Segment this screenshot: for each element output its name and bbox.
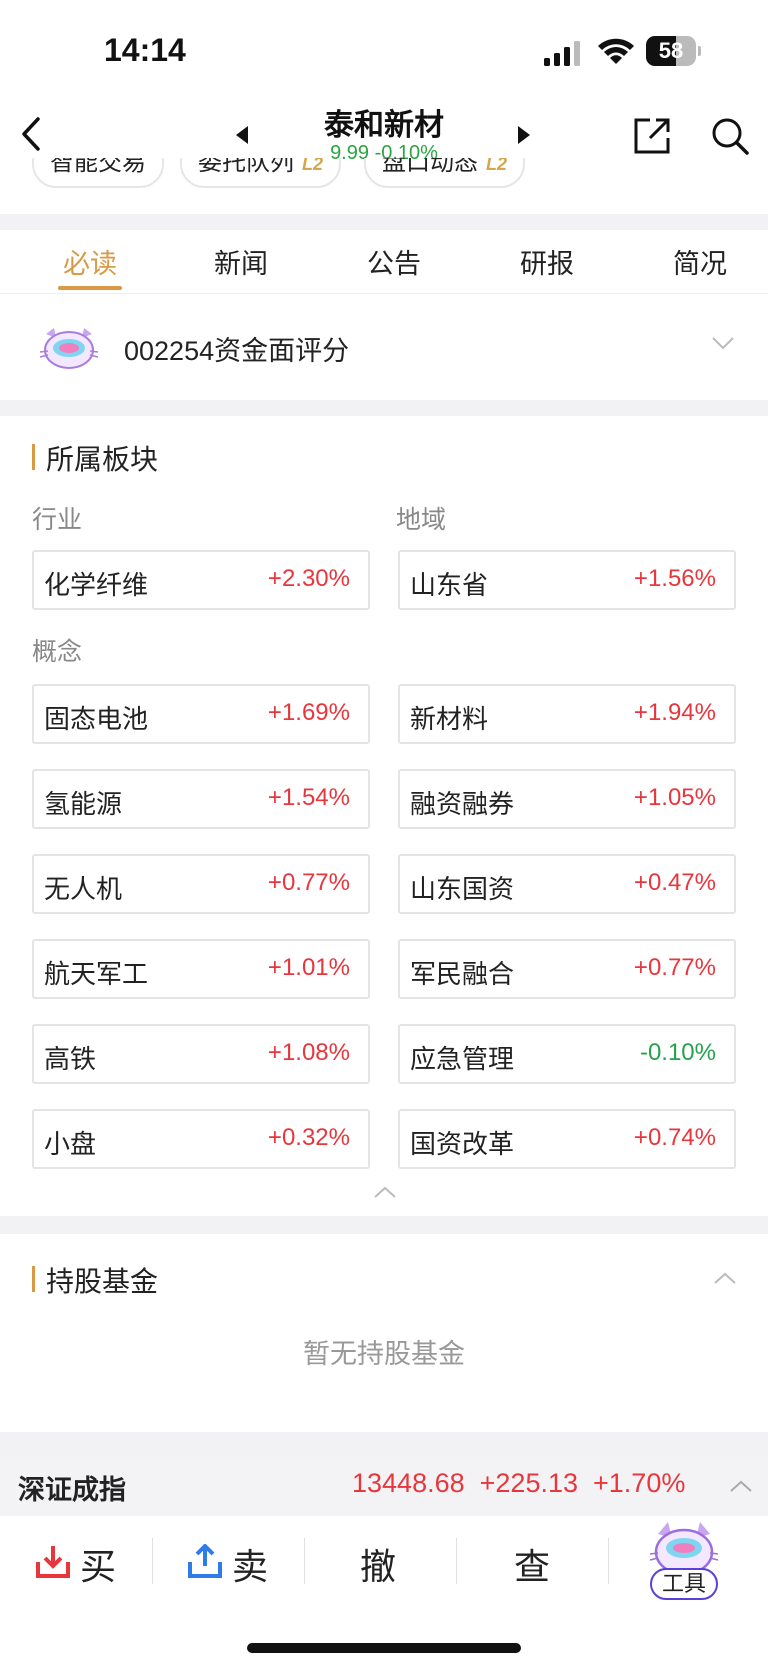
sector-cell-region[interactable]: 山东省 +1.56% [398, 550, 736, 610]
sector-change: +1.56% [633, 565, 716, 592]
content-tabs: 必读 新闻 公告 研报 简况 [0, 230, 768, 294]
funds-empty-text: 暂无持股基金 [303, 1339, 465, 1369]
separator [608, 1538, 609, 1584]
divider [0, 1216, 768, 1234]
tools-label: 工具 [650, 1568, 718, 1600]
active-tab-indicator [58, 286, 122, 290]
sector-cell[interactable]: 高铁 +1.08% [32, 1024, 370, 1084]
buy-button[interactable]: 买 [34, 1538, 144, 1587]
sector-cell[interactable]: 新材料 +1.94% [398, 684, 736, 744]
chevron-up-icon[interactable] [730, 1480, 752, 1492]
region-label: 地域 [396, 506, 447, 534]
tools-button[interactable]: 工具 [644, 1520, 724, 1600]
index-name: 深证成指 [18, 1475, 126, 1505]
cancel-order-button[interactable]: 撤 [358, 1538, 408, 1587]
query-button[interactable]: 查 [512, 1538, 562, 1587]
sector-cell[interactable]: 航天军工 +1.01% [32, 939, 370, 999]
sector-cell[interactable]: 融资融券 +1.05% [398, 769, 736, 829]
index-change: +225.13 [479, 1468, 578, 1498]
collapse-chevron-icon[interactable] [374, 1186, 396, 1198]
search-icon[interactable] [710, 116, 750, 156]
status-time: 14:14 [104, 32, 186, 68]
sector-name: 山东省 [410, 570, 489, 600]
l2-badge: L2 [302, 158, 324, 174]
tab-news[interactable]: 新闻 [191, 242, 291, 281]
divider [0, 400, 768, 416]
sector-cell[interactable]: 氢能源 +1.54% [32, 769, 370, 829]
share-icon[interactable] [632, 116, 672, 156]
upload-icon [188, 1544, 222, 1578]
index-pct: +1.70% [593, 1468, 686, 1498]
sector-cell[interactable]: 军民融合 +0.77% [398, 939, 736, 999]
index-value: 13448.68 [352, 1468, 465, 1498]
funds-title: 持股基金 [32, 1260, 158, 1300]
sector-cell[interactable]: 固态电池 +1.69% [32, 684, 370, 744]
separator [456, 1538, 457, 1584]
trade-action-bar: 买 卖 撤 查 工具 [0, 1516, 768, 1606]
sector-cell[interactable]: 山东国资 +0.47% [398, 854, 736, 914]
chip-order-queue[interactable]: 委托队列 L2 [180, 158, 342, 188]
capital-score-row[interactable]: 002254资金面评分 [0, 296, 768, 400]
mascot-cat-icon [39, 328, 99, 369]
status-bar: 14:14 58 [0, 0, 768, 100]
next-stock-icon[interactable] [518, 126, 530, 144]
tab-profile[interactable]: 简况 [650, 242, 750, 281]
sector-name: 化学纤维 [44, 570, 149, 600]
chevron-up-icon[interactable] [714, 1272, 736, 1284]
sector-change: +2.30% [267, 565, 350, 592]
cellular-signal-icon [544, 41, 580, 66]
chip-smart-trade[interactable]: 智能交易 [32, 158, 164, 188]
divider [0, 214, 768, 230]
index-ticker[interactable]: 深证成指 13448.68 +225.13 +1.70% [0, 1456, 768, 1516]
concept-label: 概念 [32, 638, 83, 666]
chip-market-dynamics[interactable]: 盘口动态 L2 [364, 158, 526, 188]
industry-label: 行业 [32, 506, 83, 534]
feature-chip-row: 智能交易 委托队列 L2 盘口动态 L2 [0, 158, 768, 202]
wifi-icon [598, 38, 634, 64]
battery-level: 58 [658, 38, 684, 63]
sector-cell-industry[interactable]: 化学纤维 +2.30% [32, 550, 370, 610]
sectors-title: 所属板块 [32, 438, 158, 478]
separator [304, 1538, 305, 1584]
tab-must-read[interactable]: 必读 [40, 242, 140, 281]
chevron-down-icon[interactable] [712, 336, 734, 350]
sector-cell[interactable]: 国资改革 +0.74% [398, 1109, 736, 1169]
battery-icon: 58 [646, 36, 701, 66]
tab-announcements[interactable]: 公告 [344, 242, 444, 281]
separator [152, 1538, 153, 1584]
sector-cell[interactable]: 应急管理 -0.10% [398, 1024, 736, 1084]
download-icon [36, 1546, 70, 1578]
sell-button[interactable]: 卖 [186, 1538, 296, 1587]
sector-cell[interactable]: 小盘 +0.32% [32, 1109, 370, 1169]
index-values: 13448.68 +225.13 +1.70% [352, 1468, 685, 1499]
l2-badge: L2 [486, 158, 508, 174]
home-indicator [247, 1643, 521, 1653]
tab-research[interactable]: 研报 [497, 242, 597, 281]
divider [0, 1432, 768, 1456]
sector-cell[interactable]: 无人机 +0.77% [32, 854, 370, 914]
capital-score-label: 002254资金面评分 [124, 336, 350, 366]
